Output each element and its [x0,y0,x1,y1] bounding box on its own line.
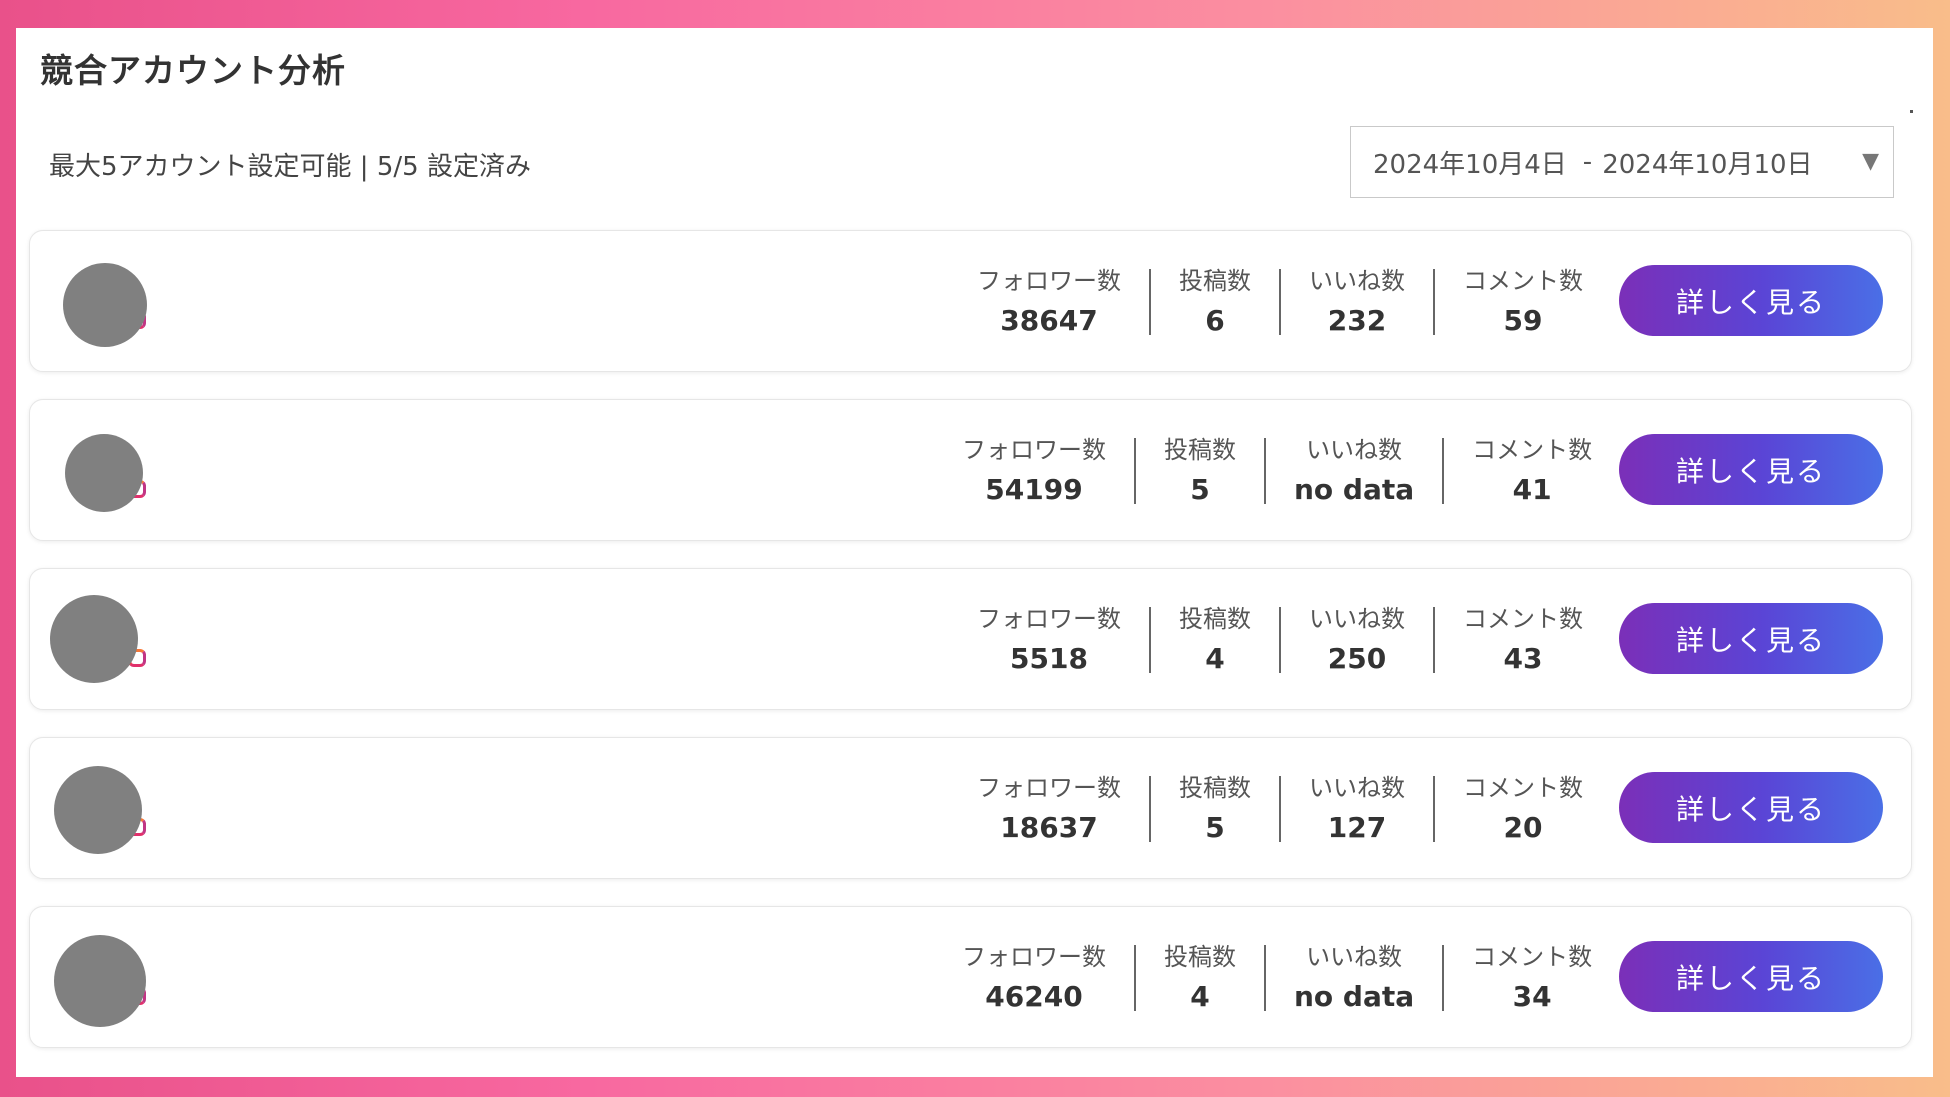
stat-posts: 投稿数 5 [1151,768,1279,844]
stat-label: コメント数 [1472,436,1593,464]
comments-value: 41 [1512,473,1552,506]
account-card: フォロワー数 18637 投稿数 5 いいね数 127 コメント数 20 詳しく… [29,737,1912,879]
likes-value: 250 [1327,642,1387,675]
stat-followers: フォロワー数 54199 [934,430,1134,506]
stat-followers: フォロワー数 5518 [949,599,1149,675]
stat-comments: コメント数 43 [1435,599,1611,675]
stat-label: フォロワー数 [962,436,1106,464]
stat-label: コメント数 [1463,267,1583,295]
followers-value: 54199 [985,473,1083,506]
account-card: フォロワー数 46240 投稿数 4 いいね数 no data コメント数 34 [29,906,1912,1048]
stat-followers: フォロワー数 38647 [949,261,1149,337]
posts-value: 6 [1205,304,1225,337]
date-end: 2024年10月10日 [1602,149,1813,180]
likes-value: 127 [1327,811,1387,844]
stat-label: 投稿数 [1164,436,1236,464]
followers-value: 38647 [1000,304,1098,337]
stat-posts: 投稿数 6 [1151,261,1279,337]
date-start: 2024年10月4日 [1373,149,1567,180]
stat-label: コメント数 [1463,774,1583,802]
likes-value: no data [1294,473,1415,506]
account-stats: フォロワー数 5518 投稿数 4 いいね数 250 コメント数 43 [949,599,1611,675]
account-stats: フォロワー数 46240 投稿数 4 いいね数 no data コメント数 34 [934,937,1620,1013]
stat-likes: いいね数 no data [1266,430,1442,506]
stat-label: コメント数 [1463,605,1583,633]
avatar [54,766,142,854]
competitor-analysis-panel: 競合アカウント分析 最大5アカウント設定可能 | 5/5 設定済み 2024年1… [16,28,1933,1077]
stat-likes: いいね数 232 [1281,261,1433,337]
posts-value: 5 [1205,811,1225,844]
stat-label: いいね数 [1309,774,1405,802]
stat-label: コメント数 [1472,943,1593,971]
stat-followers: フォロワー数 46240 [934,937,1134,1013]
stat-posts: 投稿数 4 [1151,599,1279,675]
account-card: フォロワー数 54199 投稿数 5 いいね数 no data コメント数 41 [29,399,1912,541]
stat-comments: コメント数 20 [1435,768,1611,844]
followers-value: 46240 [985,980,1083,1013]
comments-value: 43 [1503,642,1543,675]
stat-label: 投稿数 [1179,605,1251,633]
stat-label: フォロワー数 [962,943,1106,971]
stat-posts: 投稿数 5 [1136,430,1264,506]
view-details-button[interactable]: 詳しく見る [1619,772,1883,843]
followers-value: 18637 [1000,811,1098,844]
account-card: フォロワー数 38647 投稿数 6 いいね数 232 コメント数 59 詳しく… [29,230,1912,372]
stat-likes: いいね数 250 [1281,599,1433,675]
stat-followers: フォロワー数 18637 [949,768,1149,844]
avatar [54,935,146,1027]
stat-likes: いいね数 no data [1266,937,1442,1013]
likes-value: 232 [1327,304,1387,337]
account-list: フォロワー数 38647 投稿数 6 いいね数 232 コメント数 59 詳しく… [29,230,1912,1075]
stat-comments: コメント数 59 [1435,261,1611,337]
account-stats: フォロワー数 54199 投稿数 5 いいね数 no data コメント数 41 [934,430,1620,506]
date-separator: - [1582,147,1593,177]
avatar [63,263,147,347]
view-details-button[interactable]: 詳しく見る [1619,265,1883,336]
likes-value: no data [1294,980,1415,1013]
stat-likes: いいね数 127 [1281,768,1433,844]
stat-label: フォロワー数 [977,774,1121,802]
posts-value: 4 [1205,642,1225,675]
stat-label: いいね数 [1309,267,1405,295]
stat-posts: 投稿数 4 [1136,937,1264,1013]
stat-label: いいね数 [1306,943,1403,971]
stat-label: いいね数 [1309,605,1405,633]
posts-value: 4 [1190,980,1210,1013]
comments-value: 34 [1512,980,1552,1013]
followers-value: 5518 [1010,642,1088,675]
account-stats: フォロワー数 18637 投稿数 5 いいね数 127 コメント数 20 [949,768,1611,844]
corner-dot [1910,110,1913,113]
avatar [50,595,138,683]
stat-label: 投稿数 [1179,267,1251,295]
stat-label: フォロワー数 [977,267,1121,295]
stat-label: フォロワー数 [977,605,1121,633]
posts-value: 5 [1190,473,1210,506]
stat-comments: コメント数 41 [1444,430,1620,506]
comments-value: 20 [1503,811,1543,844]
view-details-button[interactable]: 詳しく見る [1619,941,1883,1012]
stat-comments: コメント数 34 [1444,937,1620,1013]
comments-value: 59 [1503,304,1543,337]
date-range-select[interactable]: 2024年10月4日 - 2024年10月10日 ▼ [1350,126,1894,198]
avatar [65,434,143,512]
view-details-button[interactable]: 詳しく見る [1619,434,1883,505]
account-limit-text: 最大5アカウント設定可能 | 5/5 設定済み [49,152,531,182]
stat-label: 投稿数 [1179,774,1251,802]
stat-label: いいね数 [1306,436,1403,464]
view-details-button[interactable]: 詳しく見る [1619,603,1883,674]
triangle-down-icon[interactable]: ▼ [1862,149,1879,174]
stat-label: 投稿数 [1164,943,1236,971]
page-title: 競合アカウント分析 [40,51,346,90]
account-card: フォロワー数 5518 投稿数 4 いいね数 250 コメント数 43 詳しく見… [29,568,1912,710]
account-stats: フォロワー数 38647 投稿数 6 いいね数 232 コメント数 59 [949,261,1611,337]
